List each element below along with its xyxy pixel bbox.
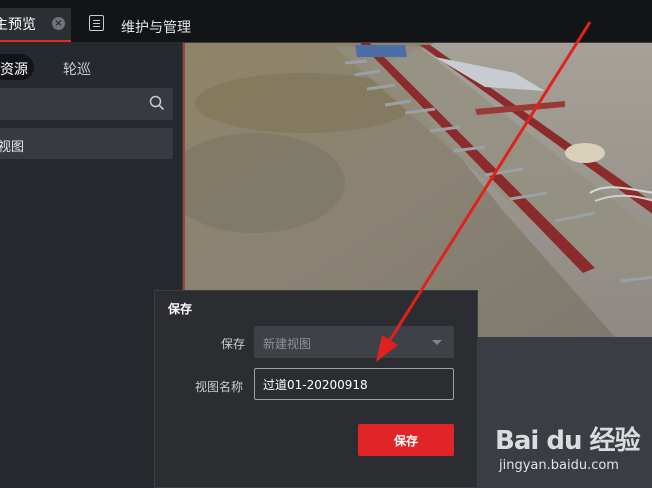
save-field-label: 保存 [221, 337, 246, 351]
view-name-label: 视图名称 [195, 380, 244, 394]
watermark-logo: Bai du 经验 [495, 426, 640, 456]
tab-main-preview-label: 主预览 [0, 17, 36, 33]
search-input[interactable] [0, 88, 173, 120]
top-tab-bar: 主预览 × 维护与管理 [0, 0, 652, 42]
dialog-title: 保存 [168, 302, 193, 316]
chevron-down-icon[interactable] [432, 340, 442, 345]
save-target-select-value: 新建视图 [263, 337, 312, 351]
tab-maintenance-label[interactable]: 维护与管理 [121, 17, 191, 37]
search-icon[interactable] [149, 95, 165, 111]
maintenance-icon[interactable] [89, 15, 104, 31]
watermark-url: jingyan.baidu.com [499, 458, 619, 473]
save-target-select[interactable]: 新建视图 [254, 326, 454, 358]
baidu-jingyan-watermark: Bai du 经验 jingyan.baidu.com [495, 420, 640, 482]
view-name-input[interactable] [254, 368, 454, 400]
close-icon[interactable]: × [52, 17, 65, 30]
save-button[interactable]: 保存 [358, 424, 454, 456]
segment-resource-label[interactable]: 资源 [0, 59, 28, 79]
tab-main-preview[interactable]: 主预览 × [0, 8, 71, 42]
save-view-dialog: 保存 保存 新建视图 视图名称 保存 [154, 290, 478, 488]
segment-patrol-label[interactable]: 轮巡 [63, 59, 91, 79]
view-list-item-label[interactable]: 视图 [0, 136, 24, 155]
view-list-item[interactable] [0, 128, 173, 159]
